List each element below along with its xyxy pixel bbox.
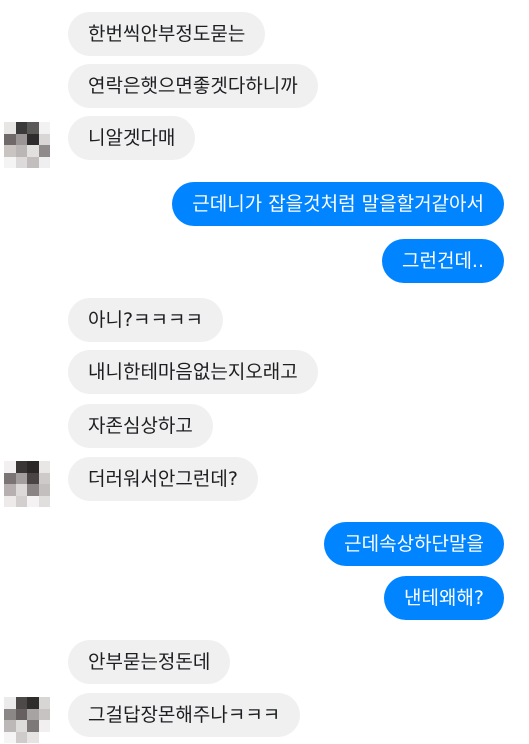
message-bubble-incoming[interactable]: 그걸답장몬해주나ㅋㅋㅋ xyxy=(68,693,301,737)
contact-avatar[interactable] xyxy=(4,697,50,743)
message-bubble-outgoing[interactable]: 근데니가 잡을것처럼 말을할거같아서 xyxy=(172,182,504,226)
message-bubble-incoming[interactable]: 내니한테마음없는지오래고 xyxy=(68,350,318,394)
message-bubble-incoming[interactable]: 연락은햇으면좋겟다하니까 xyxy=(68,64,318,108)
message-bubble-outgoing[interactable]: 그런건데.. xyxy=(382,239,504,283)
message-bubble-incoming[interactable]: 자존심상하고 xyxy=(68,404,213,448)
message-bubble-incoming[interactable]: 아니?ㅋㅋㅋㅋ xyxy=(68,298,223,342)
message-bubble-incoming[interactable]: 더러워서안그런데? xyxy=(68,457,258,501)
contact-avatar[interactable] xyxy=(4,461,50,507)
message-bubble-incoming[interactable]: 니알겟다매 xyxy=(68,116,196,160)
message-bubble-incoming[interactable]: 안부묻는정돈데 xyxy=(68,640,231,684)
message-bubble-outgoing[interactable]: 근데속상하단말을 xyxy=(324,522,504,566)
message-bubble-outgoing[interactable]: 낸테왜해? xyxy=(383,576,504,620)
contact-avatar[interactable] xyxy=(4,122,50,168)
message-bubble-incoming[interactable]: 한번씩안부정도묻는 xyxy=(68,12,266,56)
